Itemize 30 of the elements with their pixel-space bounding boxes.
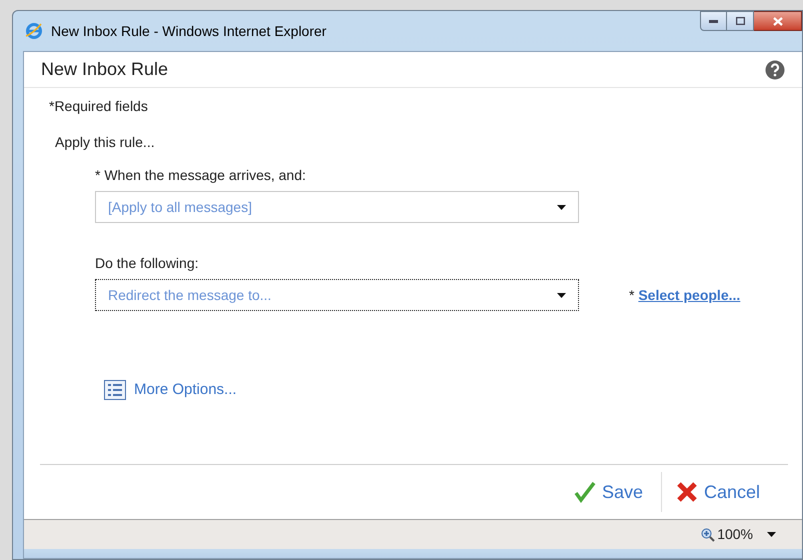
dialog-title: New Inbox Rule	[41, 58, 168, 81]
save-button[interactable]: Save	[574, 478, 643, 506]
field-label: * When the message arrives, and:	[95, 166, 307, 185]
zoom-dropdown-button[interactable]	[767, 532, 776, 537]
maximize-button[interactable]	[727, 11, 754, 31]
close-icon	[772, 16, 782, 26]
more-options-link[interactable]: More Options...	[104, 379, 237, 402]
maximize-icon	[736, 17, 744, 25]
caret-icon	[557, 292, 566, 298]
zoom-level: 100%	[717, 525, 753, 544]
x-icon	[676, 481, 698, 503]
minimize-button[interactable]	[700, 11, 727, 31]
close-button[interactable]	[754, 11, 802, 31]
required-note: *Required fields	[49, 97, 149, 116]
field-label: Do the following:	[95, 254, 200, 273]
dropdown[interactable]: Redirect the message to...	[95, 279, 579, 311]
help-icon[interactable]	[765, 60, 785, 80]
list-icon	[104, 380, 126, 400]
minimize-icon	[709, 20, 718, 22]
caret-icon	[767, 532, 776, 537]
section-label: Apply this rule...	[55, 133, 156, 152]
select-people-link[interactable]: Select people...	[638, 284, 740, 306]
browser-logo-icon	[25, 22, 43, 40]
dropdown[interactable]: [Apply to all messages]	[95, 191, 579, 223]
checkmark-icon	[574, 481, 596, 503]
zoom-icon	[701, 528, 716, 542]
cancel-button[interactable]: Cancel	[676, 478, 760, 506]
caret-icon	[557, 204, 566, 210]
required-mark: *	[629, 286, 636, 304]
window-title: New Inbox Rule - Windows Internet Explorer	[51, 22, 326, 41]
